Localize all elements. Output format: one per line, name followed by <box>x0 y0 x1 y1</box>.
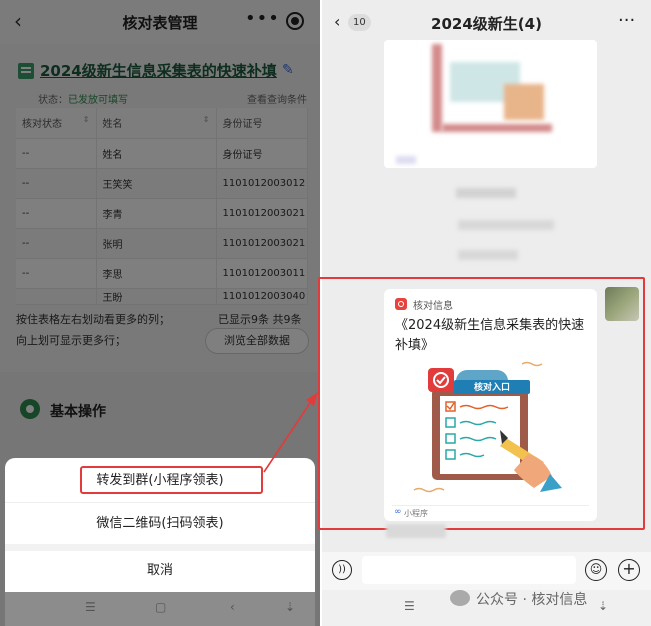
message-input[interactable] <box>362 556 576 584</box>
blurred-text <box>396 156 416 164</box>
blurred-message-card[interactable] <box>384 40 597 168</box>
watermark: 公众号 · 核对信息 <box>476 592 588 608</box>
card-divider <box>392 505 589 506</box>
checklist-illustration: 核对入口 <box>413 361 562 493</box>
voice-icon[interactable]: )) <box>332 560 352 580</box>
wechat-icon <box>450 590 470 606</box>
blurred-image <box>442 124 552 132</box>
illustration-label: 核对入口 <box>474 381 510 393</box>
blurred-image <box>504 84 544 120</box>
keyboard-hide-icon[interactable]: ⇣ <box>598 599 608 613</box>
blurred-image <box>432 44 442 132</box>
highlight-box <box>80 466 263 494</box>
blurred-text <box>458 250 518 260</box>
left-phone-screen: ‹ 核对表管理 ••• 2024级新生信息采集表的快速补填 ✎ 状态：已发放可填… <box>0 0 320 626</box>
blurred-text <box>456 188 516 198</box>
blurred-text <box>386 524 446 538</box>
cancel-button[interactable]: 取消 <box>5 551 315 591</box>
mini-program-title: 《2024级新生信息采集表的快速补填》 <box>395 318 585 353</box>
mini-program-source: 核对信息 <box>413 301 453 312</box>
mini-program-logo-icon <box>395 298 407 310</box>
keyboard-hide-icon[interactable]: ⇣ <box>285 600 295 614</box>
qr-code-option[interactable]: 微信二维码(扫码领表) <box>5 502 315 544</box>
pointer-arrow <box>263 392 318 473</box>
avatar[interactable] <box>605 287 639 321</box>
menu-icon[interactable]: ☰ <box>404 599 415 613</box>
back-icon[interactable]: ‹ <box>230 600 235 614</box>
mini-program-type: 小程序 <box>404 509 428 518</box>
mini-program-icon: ∞ <box>394 507 402 517</box>
more-icon[interactable]: ··· <box>618 10 635 31</box>
emoji-icon[interactable]: ☺ <box>585 559 607 581</box>
plus-icon[interactable]: + <box>618 559 640 581</box>
home-icon[interactable]: ▢ <box>155 600 166 614</box>
blurred-text <box>458 220 554 230</box>
system-nav-bar: ☰ ▢ ‹ ⇣ <box>5 592 315 626</box>
action-sheet-divider <box>5 544 315 551</box>
menu-icon[interactable]: ☰ <box>85 600 96 614</box>
chat-title: 2024级新生(4) <box>431 15 542 33</box>
